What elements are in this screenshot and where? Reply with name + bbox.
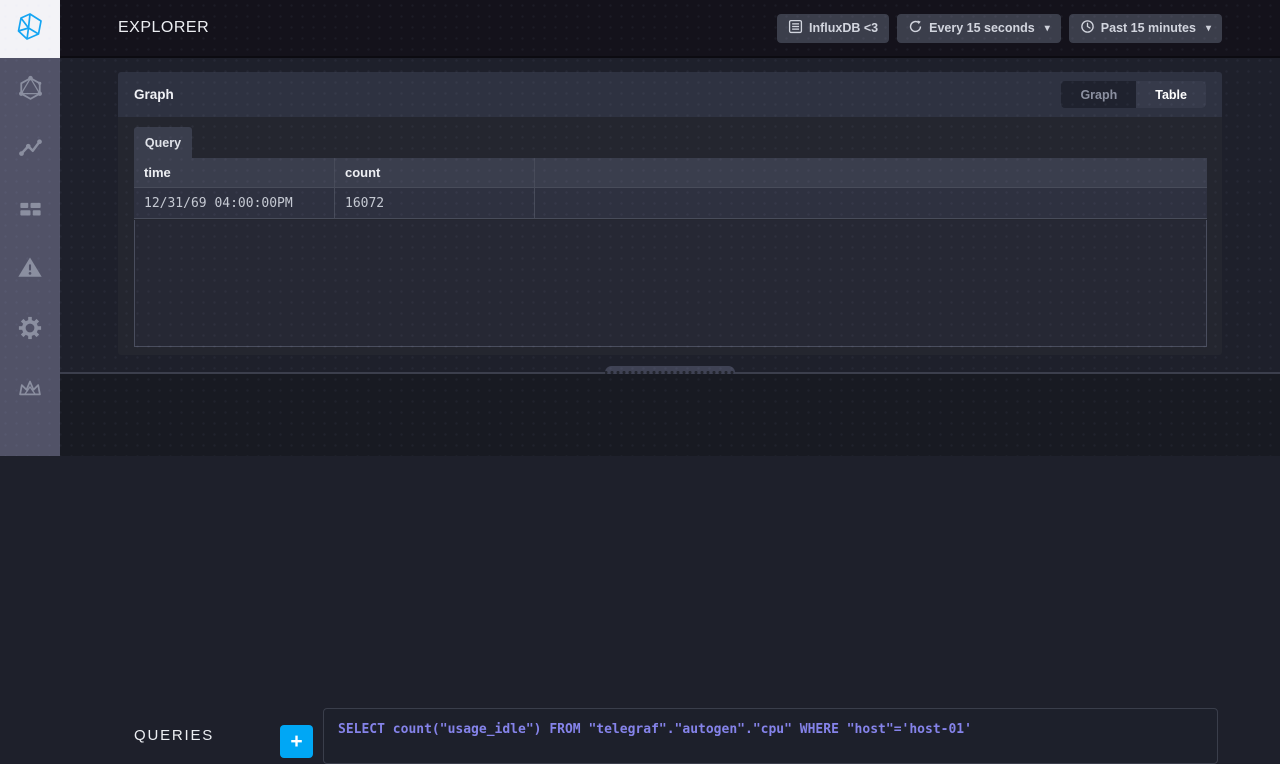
autorefresh-dropdown[interactable]: Every 15 seconds ▾ — [897, 14, 1061, 43]
chevron-down-icon: ▾ — [1045, 23, 1050, 34]
chevron-down-icon: ▾ — [1206, 23, 1211, 34]
autorefresh-label: Every 15 seconds — [929, 21, 1035, 35]
table-row: 12/31/69 04:00:00PM 16072 — [134, 188, 1207, 219]
refresh-icon — [908, 19, 923, 37]
data-explorer-pulse-icon — [17, 135, 44, 162]
alerts-triangle-icon — [16, 254, 44, 282]
top-header: EXPLORER InfluxDB <3 Every 15 seconds — [60, 0, 1280, 58]
graph-panel-header: Graph Graph Table — [118, 72, 1222, 117]
sidebar-item-hosts[interactable] — [0, 58, 60, 118]
influxdb-logo-icon — [14, 11, 46, 48]
source-button-label: InfluxDB <3 — [809, 21, 878, 35]
page-title: EXPLORER — [118, 19, 209, 37]
sidebar-item-data-explorer[interactable] — [0, 118, 60, 178]
hosts-hexagon-icon — [17, 75, 44, 102]
graph-panel: Graph Graph Table Query time count 12/31… — [118, 72, 1222, 355]
sidebar-item-admin[interactable] — [0, 298, 60, 358]
column-header-count: count — [335, 158, 535, 187]
column-header-time: time — [134, 158, 335, 187]
queries-title: QUERIES — [134, 727, 214, 744]
cell-empty — [535, 188, 1207, 218]
query-builder-section: QUERIES + SELECT count("usage_idle") FRO… — [60, 374, 1280, 456]
sidebar-nav — [0, 58, 60, 418]
admin-gear-icon — [16, 314, 44, 342]
sidebar-item-alerts[interactable] — [0, 238, 60, 298]
timerange-dropdown[interactable]: Past 15 minutes ▾ — [1069, 14, 1222, 43]
query-tab[interactable]: Query — [134, 127, 192, 158]
add-query-button[interactable]: + — [280, 725, 313, 758]
crown-icon — [16, 374, 44, 402]
table-header-row: time count — [134, 158, 1207, 188]
sidebar-item-crown[interactable] — [0, 358, 60, 418]
dashboards-grid-icon — [17, 195, 44, 222]
view-toggle: Graph Table — [1061, 81, 1206, 108]
graph-panel-body: Query time count 12/31/69 04:00:00PM 160… — [118, 117, 1222, 355]
sidebar-item-dashboards[interactable] — [0, 178, 60, 238]
sidebar — [0, 0, 60, 456]
sidebar-item-home[interactable] — [0, 0, 60, 58]
toggle-graph-option[interactable]: Graph — [1061, 81, 1136, 108]
source-button[interactable]: InfluxDB <3 — [777, 14, 889, 43]
cell-time: 12/31/69 04:00:00PM — [134, 188, 335, 218]
clock-icon — [1080, 19, 1095, 37]
graph-panel-title: Graph — [134, 87, 174, 102]
cell-count: 16072 — [335, 188, 535, 218]
toggle-table-option[interactable]: Table — [1136, 81, 1206, 108]
timerange-label: Past 15 minutes — [1101, 21, 1196, 35]
query-text: SELECT count("usage_idle") FROM "telegra… — [338, 722, 972, 737]
header-actions: InfluxDB <3 Every 15 seconds ▾ Past 15 m… — [777, 14, 1222, 43]
query-editor[interactable]: SELECT count("usage_idle") FROM "telegra… — [323, 708, 1218, 764]
column-header-empty — [535, 158, 1207, 187]
main-content: Graph Graph Table Query time count 12/31… — [60, 58, 1280, 456]
source-icon — [788, 19, 803, 37]
table-empty-area — [134, 220, 1207, 347]
results-table: time count 12/31/69 04:00:00PM 16072 — [134, 158, 1207, 347]
